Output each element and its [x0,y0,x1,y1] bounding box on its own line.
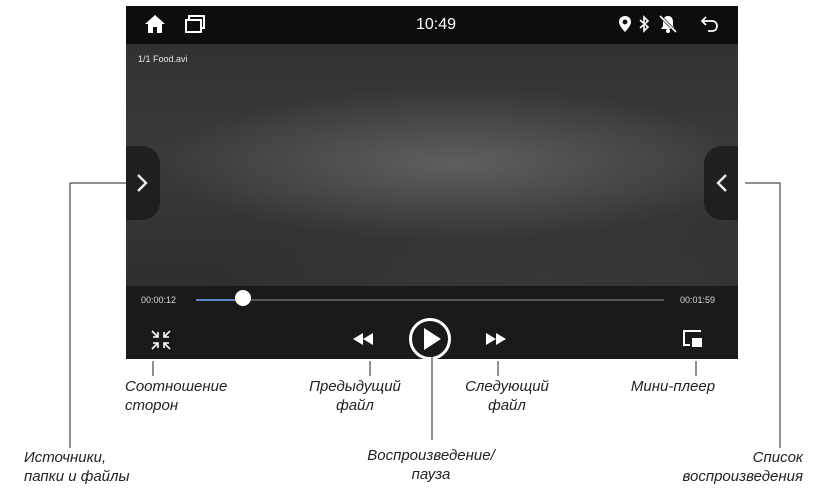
callout-sources: Источники, папки и файлы [24,449,130,485]
callout-playlist: Список воспроизведения [682,449,803,485]
callout-next-file: Следующий файл [465,378,549,414]
callout-aspect-ratio: Соотношение сторон [125,378,228,414]
callout-mini-player: Мини-плеер [630,378,716,395]
callout-previous-file: Предыдущий файл [309,378,401,414]
callout-play-pause: Воспроизведение/ пауза [367,447,495,483]
